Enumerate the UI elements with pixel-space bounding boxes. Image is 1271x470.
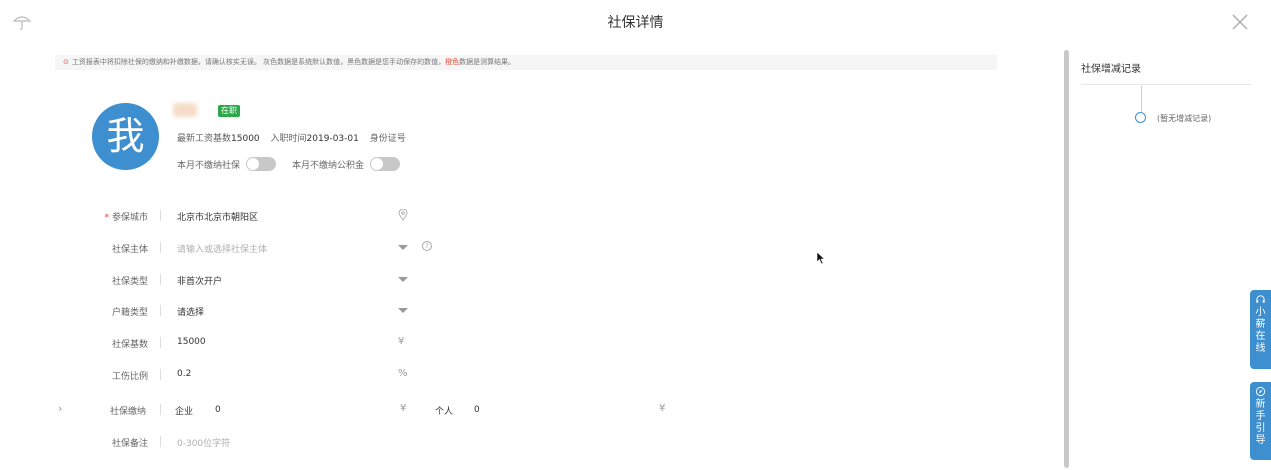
dialog-header: 社保详情 [0,0,1271,44]
entity-row[interactable]: 社保主体 请输入或选择社保主体 ? [60,238,432,258]
remark-label: 社保备注 [111,439,148,449]
hire-label: 入职时间 [270,134,307,144]
employee-name-blurred [173,103,197,117]
remark-row[interactable]: 社保备注 0-300位字符 [60,432,420,452]
page-title: 社保详情 [607,15,664,31]
beginner-guide-button[interactable]: 新 手 引 导 [1250,382,1271,460]
online-char-3: 在 [1255,331,1266,342]
salary-value: 15000 [231,134,260,144]
entity-input[interactable]: 请输入或选择社保主体 [177,242,267,255]
online-char-2: 薪 [1255,319,1266,330]
city-row[interactable]: * 参保城市 北京市北京市朝阳区 [60,206,420,226]
base-label: 社保基数 [111,340,148,350]
personal-input[interactable]: 0 [474,405,480,415]
chevron-down-icon[interactable] [398,308,408,313]
location-pin-icon[interactable] [398,209,408,221]
scrollbar[interactable] [1064,50,1069,468]
percent-unit: % [398,368,408,379]
toggle-social-label: 本月不缴纳社保 [177,160,241,171]
base-row[interactable]: 社保基数 15000 ¥ [60,333,420,353]
headset-icon [1256,295,1265,303]
online-char-1: 小 [1255,307,1266,318]
chevron-right-icon[interactable]: › [58,402,62,415]
notice-text-1: 工资报表中将扣除社保的缴纳和补缴数据，请确认核实无误。 灰色数据是系统默认数值，… [71,58,446,66]
records-panel: 社保增减记录 (暂无增减记录) [1081,60,1251,123]
timeline-line [1141,86,1142,112]
toggle-fund-label: 本月不缴纳公积金 [292,160,365,171]
guide-char-3: 引 [1255,423,1266,434]
yen-unit: ¥ [398,336,405,347]
toggle-fund-switch[interactable] [370,157,401,171]
close-icon[interactable] [1230,12,1250,32]
injury-input[interactable]: 0.2 [177,369,191,379]
type-label: 社保类型 [111,277,148,287]
employee-info: 最新工资基数15000 入职时间2019-03-01 身份证号 [177,131,414,144]
yen-unit: ¥ [400,403,407,414]
injury-row[interactable]: 工伤比例 0.2 % [60,365,420,385]
chevron-down-icon[interactable] [398,277,408,282]
guide-char-1: 新 [1255,399,1266,410]
id-label: 身份证号 [369,134,406,144]
city-label: 参保城市 [111,213,148,223]
timeline-dot [1135,112,1146,123]
guide-char-2: 手 [1255,411,1266,422]
online-char-4: 线 [1255,343,1266,354]
toggle-row: 本月不缴纳社保 本月不缴纳公积金 [177,157,416,171]
notice-text-2: 数据是测算结果。 [459,58,516,66]
type-row[interactable]: 社保类型 非首次开户 [60,270,420,290]
chevron-down-icon[interactable] [398,245,408,250]
household-label: 户籍类型 [111,308,148,318]
type-select[interactable]: 非首次开户 [177,274,222,287]
household-select[interactable]: 请选择 [177,305,204,318]
notice-bar: ⊙ 工资报表中将扣除社保的缴纳和补缴数据，请确认核实无误。 灰色数据是系统默认数值… [55,55,997,70]
injury-label: 工伤比例 [111,372,148,382]
mouse-cursor-icon [816,251,826,265]
toggle-social-switch[interactable] [246,157,277,171]
city-value[interactable]: 北京市北京市朝阳区 [177,210,258,223]
company-input[interactable]: 0 [215,405,221,415]
contribution-label: 社保缴纳 [110,407,147,417]
records-empty-text: (暂无增减记录) [1157,114,1212,123]
compass-icon [1255,386,1266,397]
salary-label: 最新工资基数 [177,134,232,144]
help-icon[interactable]: ? [422,241,432,251]
entity-label: 社保主体 [111,245,148,255]
required-mark: * [104,213,109,223]
hire-value: 2019-03-01 [306,134,359,144]
remark-input[interactable]: 0-300位字符 [177,436,230,449]
personal-label: 个人 [435,407,454,417]
records-title: 社保增减记录 [1081,60,1251,85]
notice-text-orange: 橙色 [445,58,460,66]
company-label: 企业 [175,407,194,417]
avatar: 我 [92,103,159,170]
base-input[interactable]: 15000 [177,337,206,347]
status-badge: 在职 [218,105,240,117]
yen-unit: ¥ [659,403,666,414]
guide-char-4: 导 [1255,435,1266,446]
warning-circle-icon: ⊙ [63,58,69,66]
household-row[interactable]: 户籍类型 请选择 [60,301,420,321]
contribution-row: › 社保缴纳 企业 0 ¥ 个人 0 ¥ [55,400,675,420]
online-support-button[interactable]: 小 薪 在 线 [1250,290,1271,369]
